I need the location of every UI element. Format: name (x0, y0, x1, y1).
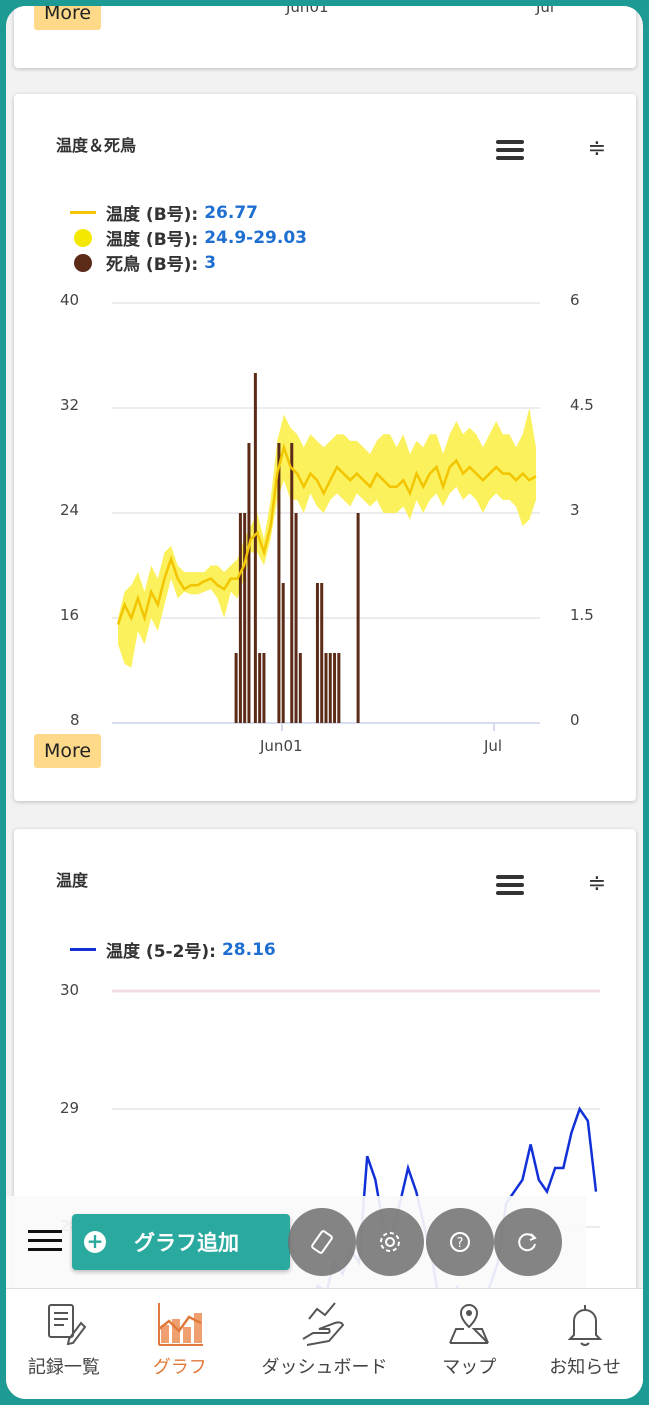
nav-label: お知らせ (549, 1357, 621, 1378)
death-bar (320, 583, 324, 723)
refresh-icon (518, 1233, 537, 1252)
nav-item-graph[interactable]: グラフ (122, 1289, 238, 1399)
death-bar (258, 653, 262, 723)
death-bar (356, 513, 360, 723)
nav-label: マップ (442, 1357, 497, 1378)
more-button[interactable]: More (34, 734, 102, 768)
add-graph-button[interactable]: + グラフ追加 (72, 1214, 290, 1270)
nav-label: グラフ (152, 1357, 207, 1378)
map-pin-icon (449, 1303, 490, 1344)
temp-deaths-plot[interactable] (14, 94, 636, 801)
nav-item-notifications[interactable]: お知らせ (527, 1289, 643, 1399)
death-bar (315, 583, 319, 723)
chart-card-temp-deaths: 温度＆死鳥 ≑ 温度 (B号): 26.77 温度 (B号): 24.9-29.… (14, 94, 636, 801)
death-bar (328, 653, 332, 723)
bell-icon (567, 1305, 603, 1346)
death-bar (337, 653, 341, 723)
plus-icon: + (84, 1231, 106, 1253)
nav-item-map[interactable]: マップ (411, 1289, 527, 1399)
death-bar (234, 653, 238, 723)
dashboard-hand-chart-icon (302, 1302, 345, 1346)
chart-card-previous: More Jun01 Jul (14, 0, 636, 68)
death-bar (281, 583, 285, 723)
nav-item-records[interactable]: 記録一覧 (6, 1289, 122, 1399)
death-bar (324, 653, 328, 723)
nav-item-dashboard[interactable]: ダッシュボード (238, 1289, 412, 1399)
gear-icon (380, 1232, 400, 1252)
death-bar (298, 653, 302, 723)
graph-icon (157, 1303, 203, 1346)
x-tick-jun01: Jun01 (286, 0, 329, 16)
help-button[interactable]: ? (426, 1208, 494, 1276)
death-bar (277, 443, 281, 723)
nav-label: 記録一覧 (27, 1357, 100, 1378)
death-bar (333, 653, 337, 723)
more-button[interactable]: More (34, 6, 102, 30)
death-bar (294, 513, 298, 723)
hamburger-menu-icon[interactable] (28, 1230, 62, 1254)
death-bar (238, 513, 242, 723)
death-bar (243, 513, 247, 723)
app-screen: More Jun01 Jul 温度＆死鳥 ≑ 温度 (B号): 26.77 温度… (0, 0, 649, 1405)
death-bar (262, 653, 266, 723)
rotate-screen-icon (311, 1230, 333, 1254)
x-tick-jul: Jul (536, 0, 555, 16)
add-graph-label: グラフ追加 (134, 1231, 239, 1255)
death-bar (247, 443, 251, 723)
death-bar (253, 373, 257, 723)
temp-range-band (118, 408, 536, 668)
refresh-button[interactable] (494, 1208, 562, 1276)
record-list-icon (47, 1304, 87, 1346)
bottom-navigation: 記録一覧 グラフ ダッシュボード マップ お知らせ (6, 1288, 643, 1399)
death-bar (290, 443, 294, 723)
svg-text:?: ? (457, 1236, 464, 1251)
rotate-screen-button[interactable] (288, 1208, 356, 1276)
settings-button[interactable] (356, 1208, 424, 1276)
help-icon: ? (450, 1232, 470, 1252)
nav-label: ダッシュボード (261, 1357, 388, 1378)
